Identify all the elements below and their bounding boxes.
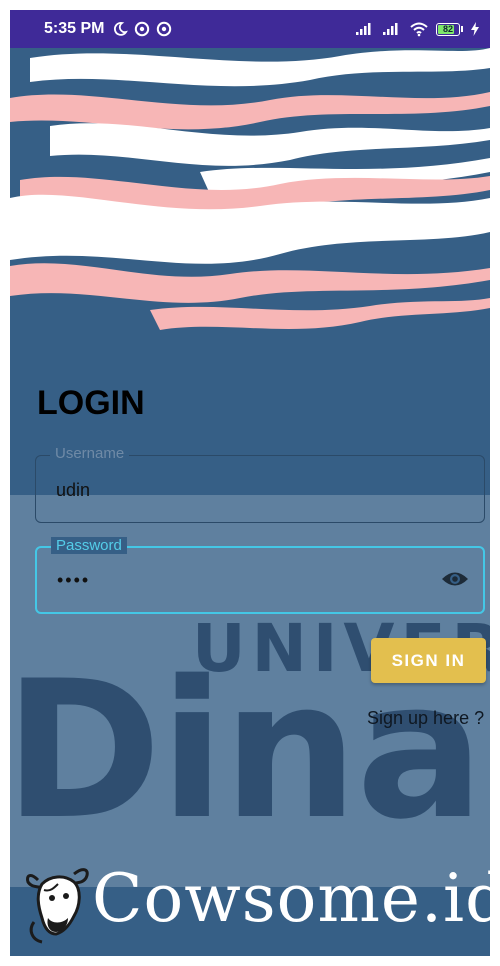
sign-up-link[interactable]: Sign up here ? [367,708,484,729]
charging-icon [471,22,479,36]
login-title: LOGIN [37,384,145,422]
sign-in-button[interactable]: SIGN IN [371,638,486,683]
battery-icon: 82 [436,22,463,36]
signal-icon [383,23,398,35]
wave-brush-decoration [10,48,490,330]
moon-icon [114,22,129,36]
username-input[interactable] [56,480,416,501]
eye-icon[interactable] [441,568,469,590]
password-field[interactable]: Password •••• [35,537,485,614]
signal-icon [356,23,371,35]
password-input[interactable]: •••• [57,570,417,591]
cow-logo-icon [26,868,89,944]
dnd-icon [157,21,172,37]
watermark-dinar-text: Dinar [10,640,490,861]
username-label: Username [50,445,130,462]
brand-wordmark: Cowsome.id [92,860,490,937]
battery-level: 82 [442,23,453,34]
app-screen: 5:35 PM 82 UNIVERS Dinar LOGIN [10,10,490,956]
status-bar: 5:35 PM 82 [10,10,490,48]
username-field[interactable]: Username [35,445,485,523]
status-time: 5:35 PM [44,20,105,37]
dnd-icon [135,21,150,37]
password-label: Password [51,537,127,554]
wifi-icon [410,22,428,37]
